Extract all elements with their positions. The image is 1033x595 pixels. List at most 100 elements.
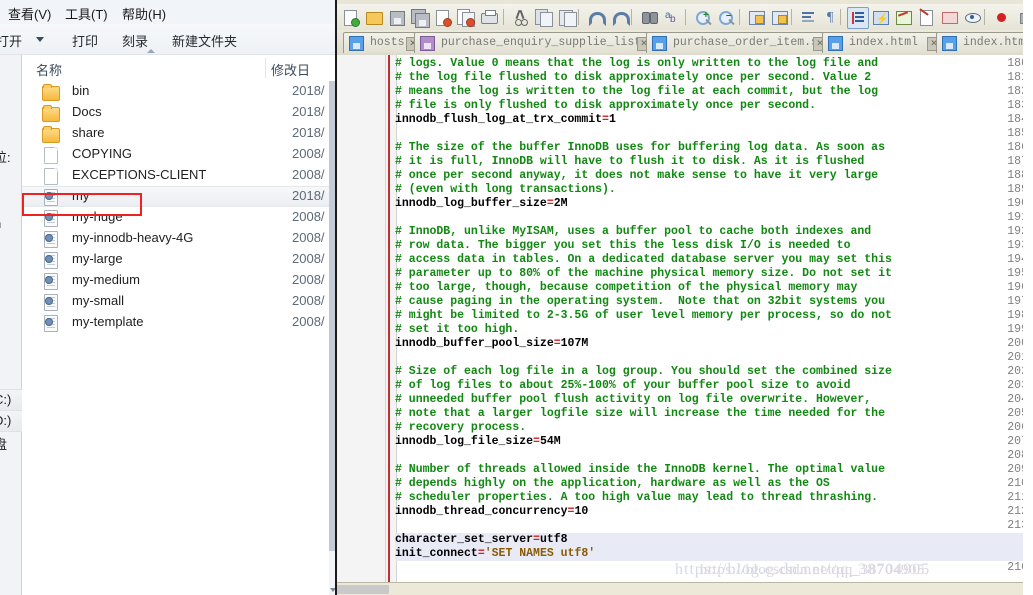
redo-icon[interactable] — [608, 7, 630, 27]
file-row[interactable]: bin 2018/ — [22, 81, 337, 102]
sync-scroll-vertical-icon[interactable] — [746, 7, 766, 27]
editor-horizontal-scrollbar[interactable] — [337, 582, 1033, 595]
file-row[interactable]: share 2018/ — [22, 123, 337, 144]
explorer-menubar: 查看(V) 工具(T) 帮助(H) — [0, 0, 337, 25]
code-line: # might be limited to 2-3.5G of user lev… — [395, 309, 892, 323]
code-token: # means the log is written to the log fi… — [395, 85, 879, 98]
toolbar-print-button[interactable]: 打印 — [72, 31, 98, 50]
editor-tab[interactable]: purchase_order_item.sql ✕ — [646, 32, 832, 53]
code-token: # (even with long transactions). — [395, 183, 616, 196]
code-token: innodb_log_file_size — [395, 435, 534, 448]
menu-item-tools[interactable]: 工具(T) — [65, 4, 108, 23]
cut-icon[interactable] — [510, 7, 530, 27]
menu-item-help[interactable]: 帮助(H) — [122, 4, 166, 23]
editor-tab[interactable]: index.html✕ — [936, 32, 1033, 53]
replace-icon[interactable]: ab — [661, 7, 681, 27]
code-token: innodb_flush_log_at_trx_commit — [395, 113, 603, 126]
code-line: # row data. The bigger you set this the … — [395, 239, 850, 253]
copy-icon[interactable] — [533, 7, 553, 27]
folder-icon — [42, 105, 60, 122]
zoom-in-icon[interactable]: + — [692, 7, 712, 27]
file-name: Docs — [72, 104, 102, 119]
code-token: # Number of threads allowed inside the I… — [395, 463, 885, 476]
column-header-name[interactable]: 名称 — [36, 60, 62, 79]
file-modified-date: 2008/ — [292, 230, 325, 245]
column-header-modified[interactable]: 修改日 — [271, 60, 310, 79]
code-line: innodb_flush_log_at_trx_commit=1 — [395, 113, 616, 127]
undo-icon[interactable] — [585, 7, 606, 27]
show-all-characters-icon[interactable]: ¶ — [821, 7, 841, 27]
new-file-icon[interactable] — [340, 7, 360, 27]
file-row[interactable]: my-huge 2008/ — [22, 207, 337, 228]
editor-tab[interactable]: purchase_enquiry_supplie_list.sql ✕ — [414, 32, 669, 53]
code-line: # too large, though, because competition… — [395, 281, 857, 295]
code-line: # it is full, InnoDB will have to flush … — [395, 155, 864, 169]
nav-stub-4[interactable]: 盘 — [0, 434, 7, 453]
save-all-icon[interactable] — [409, 7, 430, 28]
code-token: # unneeded buffer pool flush activity on… — [395, 393, 872, 406]
nav-stub-0[interactable]: 位: — [0, 147, 11, 166]
file-row[interactable]: my-small 2008/ — [22, 291, 337, 312]
menu-item-view[interactable]: 查看(V) — [8, 4, 51, 23]
zoom-out-icon[interactable]: – — [715, 7, 735, 27]
file-name: COPYING — [72, 146, 132, 161]
toolbar-burn-button[interactable]: 刻录 — [122, 31, 148, 50]
nav-stub-2[interactable]: C:) — [0, 392, 11, 407]
code-line: # (even with long transactions). — [395, 183, 616, 197]
code-token: innodb_thread_concurrency — [395, 505, 568, 518]
editor-tab[interactable]: index.html✕ — [822, 32, 942, 53]
code-token: # access data in tables. On a dedicated … — [395, 253, 892, 266]
close-all-icon[interactable] — [455, 7, 475, 27]
file-row[interactable]: EXCEPTIONS-CLIENT 2008/ — [22, 165, 337, 186]
file-name: my-template — [72, 314, 144, 329]
file-row[interactable]: my-large 2008/ — [22, 249, 337, 270]
paste-icon[interactable] — [556, 7, 577, 27]
file-name: EXCEPTIONS-CLIENT — [72, 167, 207, 182]
code-token: 10 — [574, 505, 589, 518]
editor-tab-bar: hosts ✕ purchase_enquiry_supplie_list.sql ✕… — [337, 30, 1033, 56]
config-file-icon — [42, 189, 58, 206]
scrollbar-thumb[interactable] — [337, 585, 389, 594]
record-macro-icon[interactable] — [991, 7, 1011, 27]
open-folder-icon[interactable] — [363, 7, 383, 27]
nav-stub-3[interactable]: D:) — [0, 413, 11, 428]
file-row[interactable]: my-medium 2008/ — [22, 270, 337, 291]
chevron-down-icon[interactable] — [36, 37, 44, 42]
file-row[interactable]: my-innodb-heavy-4G 2008/ — [22, 228, 337, 249]
column-divider[interactable] — [265, 58, 266, 78]
file-row[interactable]: my 2018/ — [22, 186, 337, 207]
code-line: # once per second anyway, it does not ma… — [395, 169, 878, 183]
document-map-icon[interactable] — [962, 7, 982, 27]
code-editor-area[interactable]: 180 181 182 183 184 185 186 187 188 189 190 191 192 1… — [337, 55, 1033, 582]
code-line: # The size of the buffer InnoDB uses for… — [395, 141, 885, 155]
close-file-icon[interactable] — [432, 7, 452, 27]
folder-as-workspace-icon[interactable] — [939, 7, 959, 27]
find-icon[interactable] — [638, 7, 658, 27]
file-name: share — [72, 125, 105, 140]
code-line: init_connect='SET NAMES utf8' — [395, 547, 595, 561]
word-wrap-icon[interactable] — [798, 7, 818, 27]
ui-style-icon[interactable]: ⚡ — [870, 7, 890, 27]
line-number-gutter — [337, 55, 386, 582]
file-row[interactable]: Docs 2018/ — [22, 102, 337, 123]
code-token: 1 — [608, 113, 616, 126]
print-icon[interactable] — [478, 7, 498, 27]
explorer-toolbar: 打开 打印 刻录 新建文件夹 — [0, 24, 337, 55]
file-list-header: 名称 修改日 — [22, 55, 337, 82]
file-modified-date: 2008/ — [292, 272, 325, 287]
sync-scroll-horizontal-icon[interactable] — [769, 7, 789, 27]
toolbar-new-folder-button[interactable]: 新建文件夹 — [172, 31, 237, 50]
file-row[interactable]: COPYING 2008/ — [22, 144, 337, 165]
file-row[interactable]: my-template 2008/ — [22, 312, 337, 333]
toolbar-separator — [503, 9, 504, 25]
code-token: # the log file flushed to disk approxima… — [395, 71, 872, 84]
nav-stub-1[interactable]: n — [0, 216, 1, 231]
indent-guide-icon[interactable] — [847, 7, 869, 29]
code-token: # recovery process. — [395, 421, 527, 434]
editor-tab[interactable]: hosts ✕ — [343, 32, 421, 53]
macro-play-icon[interactable] — [916, 7, 936, 27]
user-defined-language-icon[interactable] — [893, 7, 913, 27]
save-icon[interactable] — [386, 7, 406, 27]
code-line: # means the log is written to the log fi… — [395, 85, 878, 99]
toolbar-open-button[interactable]: 打开 — [0, 31, 22, 50]
